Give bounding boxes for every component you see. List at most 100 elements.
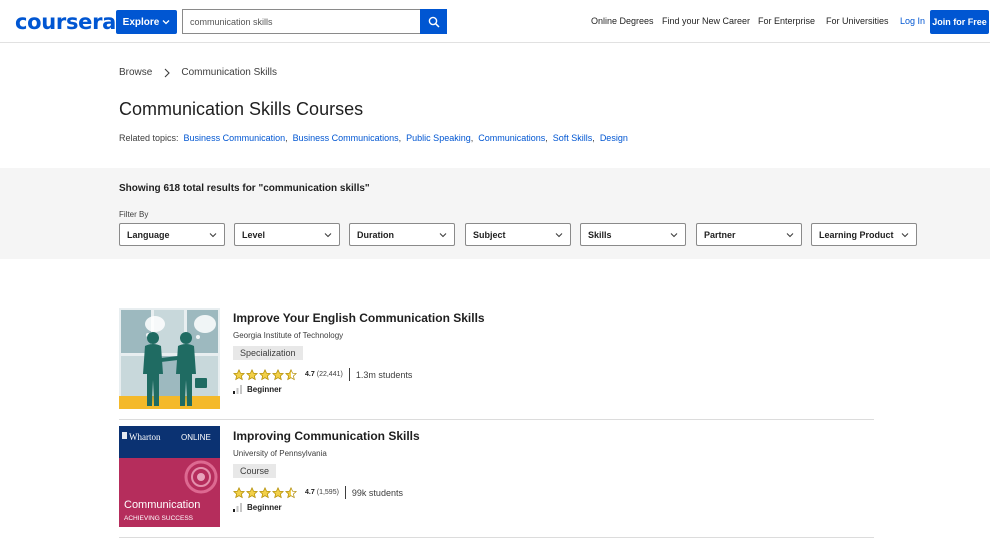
chevron-down-icon xyxy=(324,233,332,238)
chevron-right-icon xyxy=(164,68,171,78)
coursera-logo[interactable]: coursera xyxy=(15,10,116,34)
rating-row: 4.7 (1,595) 99k students xyxy=(233,486,403,499)
chevron-down-icon xyxy=(162,20,170,25)
star-icon xyxy=(233,368,245,380)
star-half-icon xyxy=(285,486,297,498)
chevron-down-icon xyxy=(786,233,794,238)
result-card[interactable]: Wharton ONLINE Communication ACHIEVING S… xyxy=(119,426,874,538)
result-card[interactable]: Improve Your English Communication Skill… xyxy=(119,308,874,420)
filter-subject-dropdown[interactable]: Subject xyxy=(465,223,571,246)
top-nav-bar: coursera Explore Online Degrees Find you… xyxy=(0,0,990,43)
star-icon xyxy=(259,486,271,498)
nav-for-enterprise[interactable]: For Enterprise xyxy=(758,16,815,26)
product-type-badge: Specialization xyxy=(233,346,303,360)
filter-duration-dropdown[interactable]: Duration xyxy=(349,223,455,246)
enrollment-count: 99k students xyxy=(351,487,403,498)
topic-separator: , xyxy=(545,133,548,143)
online-label-text: ONLINE xyxy=(181,433,211,442)
dropdown-label: Subject xyxy=(473,229,506,240)
dropdown-label: Partner xyxy=(704,229,736,240)
course-thumbnail[interactable]: Wharton ONLINE Communication ACHIEVING S… xyxy=(119,426,220,527)
nav-for-universities[interactable]: For Universities xyxy=(826,16,889,26)
course-level: Beginner xyxy=(247,503,282,512)
star-icon xyxy=(272,486,284,498)
enrollment-count: 1.3m students xyxy=(355,369,413,380)
breadcrumb: Browse Communication Skills xyxy=(119,67,277,78)
filter-level-dropdown[interactable]: Level xyxy=(234,223,340,246)
chevron-down-icon xyxy=(555,233,563,238)
course-partner: Georgia Institute of Technology xyxy=(233,331,344,340)
course-title[interactable]: Improving Communication Skills xyxy=(233,429,420,443)
dropdown-label: Skills xyxy=(588,229,612,240)
explore-label: Explore xyxy=(122,16,160,28)
rating-value: 4.7 xyxy=(305,371,315,378)
topic-link-design[interactable]: Design xyxy=(600,133,628,143)
dropdown-label: Duration xyxy=(357,229,394,240)
star-icon xyxy=(246,486,258,498)
topic-separator: , xyxy=(398,133,402,143)
difficulty-bars-icon xyxy=(233,503,242,512)
course-partner: University of Pennsylvania xyxy=(233,449,327,458)
topic-link-public-speaking[interactable]: Public Speaking xyxy=(406,133,471,143)
join-for-free-button[interactable]: Join for Free xyxy=(930,10,989,34)
breadcrumb-browse[interactable]: Browse xyxy=(119,67,152,78)
topic-link-soft-skills[interactable]: Soft Skills xyxy=(553,133,593,143)
rating-count: (1,595) xyxy=(316,489,339,496)
filter-section: Showing 618 total results for "communica… xyxy=(0,168,990,259)
star-rating xyxy=(233,486,297,499)
star-icon xyxy=(259,368,271,380)
divider xyxy=(344,486,346,499)
topic-separator: , xyxy=(592,133,595,143)
related-topics: Related topics: Business Communication, … xyxy=(119,133,628,143)
filter-by-label: Filter By xyxy=(119,210,149,219)
explore-button[interactable]: Explore xyxy=(116,10,177,34)
chevron-down-icon xyxy=(901,233,909,238)
rating-count: (22,441) xyxy=(316,371,343,378)
topic-separator: , xyxy=(470,133,474,143)
course-subject-text: Communication xyxy=(124,499,200,511)
topic-link-communications[interactable]: Communications xyxy=(478,133,545,143)
search-bar xyxy=(182,9,447,34)
star-half-icon xyxy=(285,368,297,380)
handshake-illustration xyxy=(119,308,220,409)
filter-learning-product-dropdown[interactable]: Learning Product xyxy=(811,223,917,246)
search-input[interactable] xyxy=(182,9,420,34)
course-tagline-text: ACHIEVING SUCCESS xyxy=(124,515,194,522)
wharton-course-image: Wharton ONLINE Communication ACHIEVING S… xyxy=(119,426,220,527)
level-row: Beginner xyxy=(233,503,282,512)
star-icon xyxy=(246,368,258,380)
star-rating xyxy=(233,368,297,381)
search-button[interactable] xyxy=(420,9,447,34)
dropdown-label: Language xyxy=(127,229,170,240)
rating-value: 4.7 xyxy=(305,489,315,496)
topic-link-business-communication[interactable]: Business Communication xyxy=(184,133,286,143)
nav-online-degrees[interactable]: Online Degrees xyxy=(591,16,654,26)
star-icon xyxy=(233,486,245,498)
topic-link-business-communications[interactable]: Business Communications xyxy=(293,133,399,143)
rating-row: 4.7 (22,441) 1.3m students xyxy=(233,368,412,381)
divider xyxy=(348,368,350,381)
filter-language-dropdown[interactable]: Language xyxy=(119,223,225,246)
results-count: Showing 618 total results for "communica… xyxy=(119,183,370,194)
star-icon xyxy=(272,368,284,380)
filter-skills-dropdown[interactable]: Skills xyxy=(580,223,686,246)
chevron-down-icon xyxy=(209,233,217,238)
chevron-down-icon xyxy=(439,233,447,238)
nav-find-new-career[interactable]: Find your New Career xyxy=(662,16,750,26)
topic-separator: , xyxy=(285,133,288,143)
login-link[interactable]: Log In xyxy=(900,16,925,26)
difficulty-bars-icon xyxy=(233,385,242,394)
course-thumbnail[interactable] xyxy=(119,308,220,409)
product-type-badge: Course xyxy=(233,464,277,478)
chevron-down-icon xyxy=(670,233,678,238)
wharton-brand-text: Wharton xyxy=(129,432,161,442)
filter-partner-dropdown[interactable]: Partner xyxy=(696,223,802,246)
related-topics-label: Related topics: xyxy=(119,133,179,143)
course-level: Beginner xyxy=(247,385,282,394)
level-row: Beginner xyxy=(233,385,282,394)
search-icon xyxy=(428,16,440,28)
course-title[interactable]: Improve Your English Communication Skill… xyxy=(233,311,485,325)
dropdown-label: Level xyxy=(242,229,266,240)
page-title: Communication Skills Courses xyxy=(119,99,364,119)
breadcrumb-current[interactable]: Communication Skills xyxy=(181,67,277,78)
